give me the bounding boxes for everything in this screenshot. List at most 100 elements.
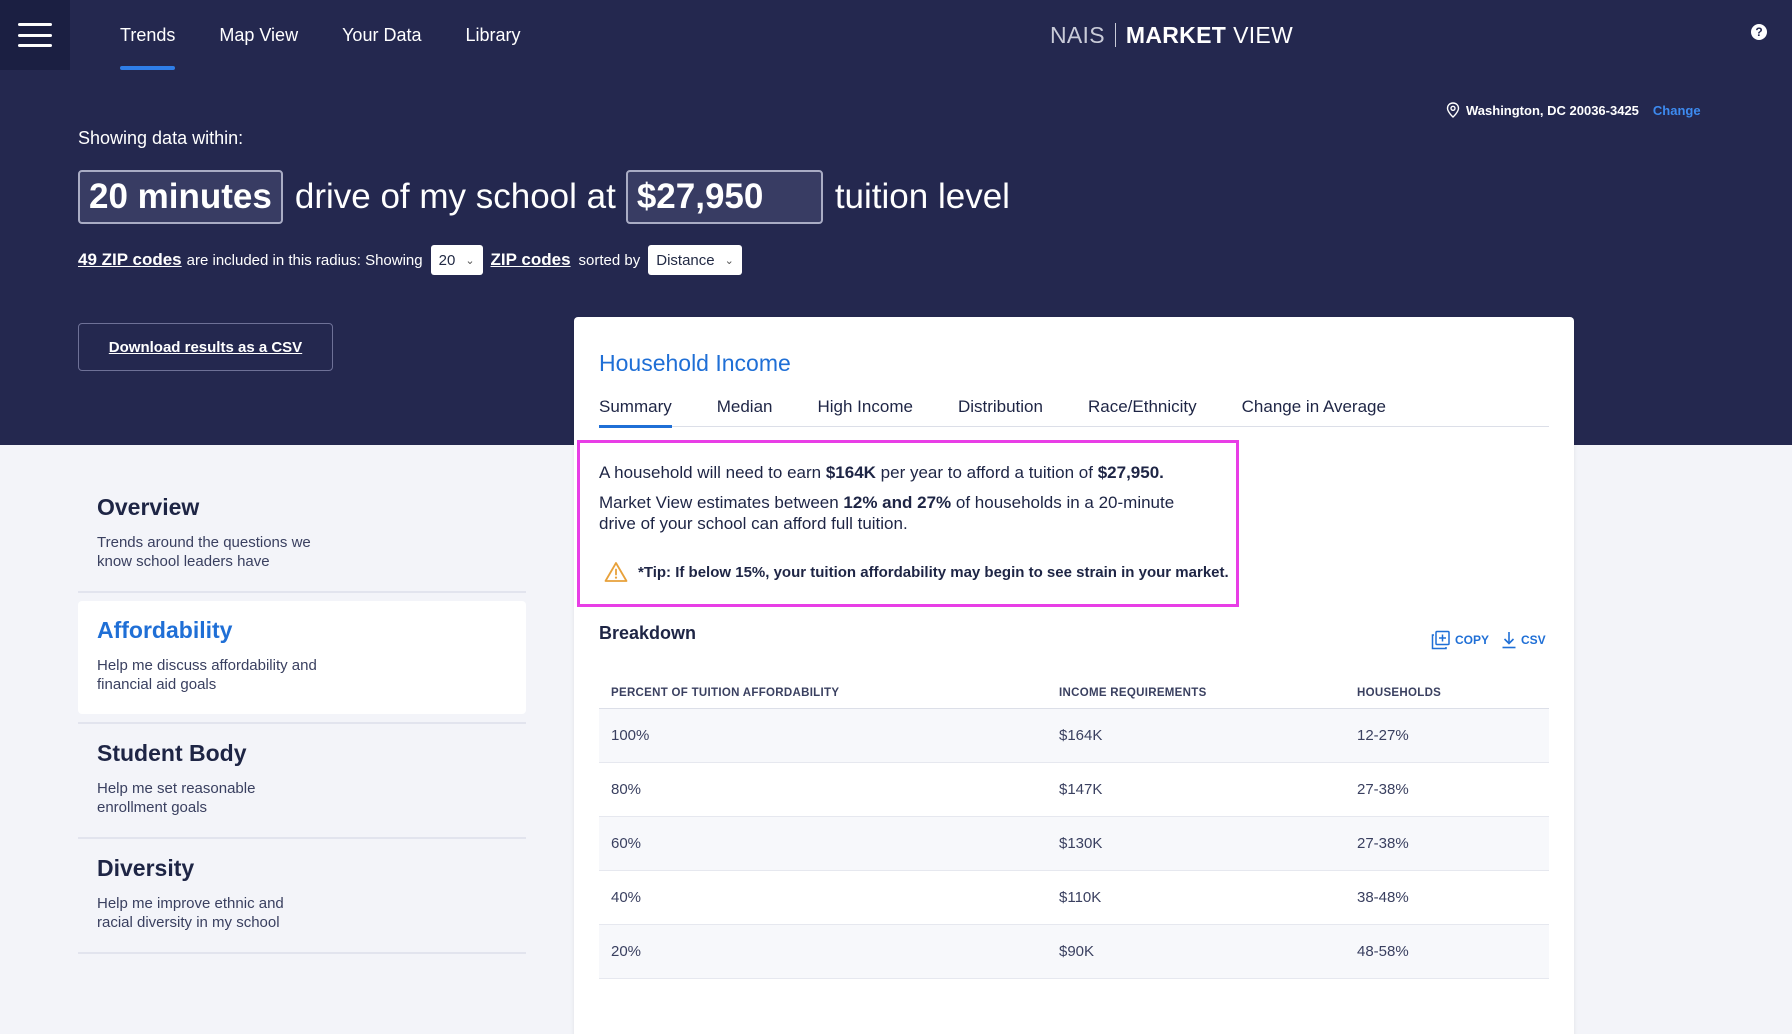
main-nav: Trends Map View Your Data Library — [98, 0, 543, 70]
table-cell: $130K — [1059, 835, 1103, 852]
table-cell: 60% — [611, 835, 642, 852]
table-row: 20% $90K 48-58% — [599, 925, 1549, 979]
table-row: 60% $130K 27-38% — [599, 817, 1549, 871]
drive-text: drive of my school at — [294, 177, 616, 216]
summary-text: per year to afford a tuition of — [875, 463, 1098, 482]
tab-distribution[interactable]: Distribution — [958, 387, 1043, 427]
zip-codes-link[interactable]: ZIP codes — [491, 250, 571, 270]
warning-icon — [604, 562, 628, 582]
table-cell: 27-38% — [1357, 835, 1409, 852]
table-cell: 40% — [611, 889, 642, 906]
breakdown-title: Breakdown — [599, 623, 697, 643]
table-cell: $110K — [1059, 889, 1102, 906]
hamburger-menu-button[interactable] — [0, 0, 70, 70]
nav-tab-library[interactable]: Library — [443, 0, 542, 70]
table-cell: 100% — [611, 727, 650, 744]
change-location-link[interactable]: Change — [1653, 103, 1701, 118]
table-row: 100% $164K 12-27% — [599, 709, 1549, 763]
nav-tab-map-view[interactable]: Map View — [197, 0, 320, 70]
table-cell: $164K — [1059, 727, 1103, 744]
hamburger-icon — [18, 23, 52, 47]
sidebar-item-title: Affordability — [97, 617, 233, 643]
showing-label: Showing data within: — [78, 128, 244, 148]
zip-count-link[interactable]: 49 ZIP codes — [78, 250, 182, 270]
sidebar-item-desc: Help me set reasonable enrollment goals — [97, 780, 256, 816]
sidebar-item-affordability[interactable]: Affordability Help me discuss affordabil… — [78, 601, 526, 714]
card-tabs: Summary Median High Income Distribution … — [599, 387, 1549, 428]
table-cell: 80% — [611, 781, 642, 798]
summary-tuition-value: $27,950. — [1097, 463, 1164, 482]
summary-estimate-line: Market View estimates between 12% and 27… — [599, 492, 1199, 534]
sidebar-item-diversity[interactable]: Diversity Help me improve ethnic and rac… — [78, 839, 526, 954]
tip-note: *Tip: If below 15%, your tuition afforda… — [604, 561, 1229, 583]
tip-text: *Tip: If below 15%, your tuition afforda… — [638, 563, 1229, 581]
tab-high-income[interactable]: High Income — [818, 387, 913, 427]
question-icon[interactable]: ? — [1751, 24, 1767, 40]
tuition-text: tuition level — [834, 177, 1010, 216]
map-pin-icon — [1446, 102, 1460, 118]
summary-range-value: 12% and 27% — [843, 493, 952, 512]
summary-text: Market View estimates between — [599, 493, 844, 512]
tab-change-in-average[interactable]: Change in Average — [1242, 387, 1386, 427]
location-address: Washington, DC 20036-3425 — [1466, 102, 1639, 118]
tab-summary[interactable]: Summary — [599, 387, 672, 428]
brand-nais: NAIS — [1050, 21, 1105, 48]
table-header: PERCENT OF TUITION AFFORDABILITY INCOME … — [599, 677, 1549, 709]
column-header: PERCENT OF TUITION AFFORDABILITY — [611, 686, 840, 699]
copy-button[interactable]: COPY — [1431, 630, 1489, 650]
summary-text: A household will need to earn — [599, 463, 826, 482]
summary-income-value: $164K — [825, 463, 876, 482]
top-nav-bar: Trends Map View Your Data Library NAIS M… — [0, 0, 1792, 70]
nav-tab-trends[interactable]: Trends — [98, 0, 197, 70]
brand-market: MARKET — [1125, 21, 1227, 48]
table-cell: 20% — [611, 943, 642, 960]
sort-value: Distance — [656, 251, 715, 269]
sidebar-item-desc: Help me improve ethnic and racial divers… — [97, 895, 284, 931]
csv-label: CSV — [1521, 633, 1546, 647]
sidebar-item-title: Student Body — [97, 740, 247, 766]
filter-sentence: 20 minutes drive of my school at $27,950… — [78, 168, 1020, 226]
sidebar-item-student-body[interactable]: Student Body Help me set reasonable enro… — [78, 722, 526, 839]
breakdown-table: PERCENT OF TUITION AFFORDABILITY INCOME … — [599, 677, 1549, 979]
sidebar-item-title: Overview — [97, 494, 200, 520]
brand-logo: NAIS MARKET VIEW — [1050, 20, 1293, 50]
radius-text: are included in this radius: Showing — [186, 251, 423, 269]
breakdown-actions: COPY CSV — [1419, 630, 1546, 650]
brand-view: VIEW — [1233, 21, 1294, 48]
table-cell: 27-38% — [1357, 781, 1409, 798]
sidebar-item-desc: Help me discuss affordability and financ… — [97, 657, 317, 693]
table-cell: 38-48% — [1357, 889, 1409, 906]
table-cell: $90K — [1059, 943, 1095, 960]
table-cell: $147K — [1059, 781, 1103, 798]
sorted-by-text: sorted by — [578, 251, 641, 269]
show-count-value: 20 — [438, 251, 456, 269]
column-header: INCOME REQUIREMENTS — [1059, 686, 1207, 699]
column-header: HOUSEHOLDS — [1357, 686, 1442, 699]
summary-income-line: A household will need to earn $164K per … — [599, 462, 1199, 483]
show-count-select[interactable]: 20 ⌄ — [430, 245, 483, 275]
chevron-down-icon: ⌄ — [724, 254, 734, 267]
drive-time-input[interactable]: 20 minutes — [78, 170, 283, 224]
location-display: Washington, DC 20036-3425 Change — [1446, 100, 1701, 120]
table-row: 80% $147K 27-38% — [599, 763, 1549, 817]
sort-select[interactable]: Distance ⌄ — [648, 245, 742, 275]
card-title: Household Income — [599, 350, 791, 376]
sidebar: Overview Trends around the questions we … — [78, 478, 526, 954]
copy-label: COPY — [1455, 633, 1490, 647]
table-cell: 48-58% — [1357, 943, 1409, 960]
csv-button[interactable]: CSV — [1501, 631, 1546, 649]
tab-median[interactable]: Median — [717, 387, 773, 427]
tab-race-ethnicity[interactable]: Race/Ethnicity — [1088, 387, 1197, 427]
table-cell: 12-27% — [1357, 727, 1409, 744]
download-icon — [1502, 632, 1516, 649]
nav-tab-your-data[interactable]: Your Data — [320, 0, 443, 70]
table-row: 40% $110K 38-48% — [599, 871, 1549, 925]
zip-line: 49 ZIP codes are included in this radius… — [78, 245, 742, 275]
sidebar-item-overview[interactable]: Overview Trends around the questions we … — [78, 478, 526, 593]
copy-icon — [1431, 630, 1450, 650]
sidebar-item-desc: Trends around the questions we know scho… — [97, 534, 311, 570]
chevron-down-icon: ⌄ — [465, 254, 475, 267]
tuition-input[interactable]: $27,950 — [625, 170, 823, 224]
download-csv-button[interactable]: Download results as a CSV — [78, 323, 333, 371]
brand-divider — [1114, 23, 1116, 47]
